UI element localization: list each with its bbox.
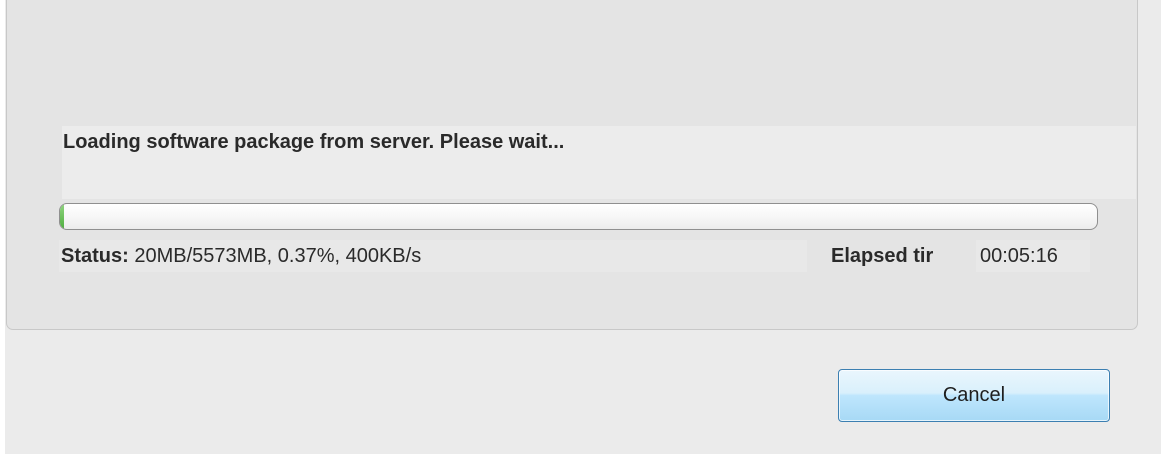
elapsed-time-label: Elapsed tir xyxy=(831,245,934,267)
progress-bar xyxy=(59,203,1098,230)
status-line: Status: 20MB/5573MB, 0.37%, 400KB/s xyxy=(61,245,421,268)
status-value: 20MB/5573MB, 0.37%, 400KB/s xyxy=(134,245,422,267)
elapsed-time-value: 00:05:16 xyxy=(980,245,1058,267)
loading-message: Loading software package from server. Pl… xyxy=(63,131,565,153)
cancel-button[interactable]: Cancel xyxy=(838,369,1110,422)
status-label: Status: xyxy=(61,245,129,267)
progress-dialog: Loading software package from server. Pl… xyxy=(0,0,1161,454)
progress-bar-fill xyxy=(60,204,64,229)
